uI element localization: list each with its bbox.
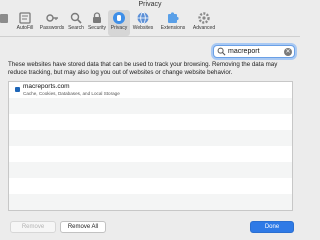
empty-row — [9, 130, 292, 146]
remove-all-button[interactable]: Remove All — [60, 221, 106, 233]
search-input[interactable]: macreport — [228, 46, 260, 57]
globe-icon — [137, 12, 149, 24]
empty-row — [9, 146, 292, 162]
privacy-hand-icon — [113, 12, 125, 24]
website-data-list[interactable]: macreports.com Cache, Cookies, Databases… — [8, 81, 293, 211]
empty-row — [9, 98, 292, 114]
site-favicon-icon — [15, 87, 20, 92]
empty-row — [9, 178, 292, 194]
key-icon — [46, 14, 58, 22]
site-name: macreports.com — [23, 83, 70, 90]
toolbar-item-partial[interactable] — [0, 10, 12, 36]
gear-icon — [198, 12, 210, 24]
toolbar-item-passwords[interactable]: Passwords — [38, 10, 66, 36]
toolbar-item-websites[interactable]: Websites — [130, 10, 156, 36]
empty-row — [9, 194, 292, 210]
toolbar-item-security[interactable]: Security — [86, 10, 108, 36]
website-search-field[interactable]: macreport ✕ — [213, 45, 295, 58]
preferences-window: Privacy AutoFill Passwords Search Securi… — [0, 0, 300, 240]
toolbar-item-privacy[interactable]: Privacy — [108, 10, 130, 36]
search-icon — [217, 47, 226, 56]
preferences-toolbar: AutoFill Passwords Search Security Priva… — [0, 10, 300, 37]
toolbar-item-autofill[interactable]: AutoFill — [12, 10, 38, 36]
window-title: Privacy — [138, 1, 162, 8]
site-data-types: Cache, Cookies, Databases, and Local Sto… — [23, 91, 120, 96]
toolbar-item-extensions[interactable]: Extensions — [158, 10, 188, 36]
website-data-description: These websites have stored data that can… — [8, 61, 278, 76]
remove-button[interactable]: Remove — [10, 221, 56, 233]
list-item[interactable]: macreports.com Cache, Cookies, Databases… — [9, 82, 292, 98]
toolbar-item-advanced[interactable]: Advanced — [190, 10, 218, 36]
done-button[interactable]: Done — [250, 221, 294, 233]
lock-icon — [93, 12, 101, 23]
autofill-icon — [19, 12, 31, 24]
clear-search-icon[interactable]: ✕ — [284, 47, 292, 56]
search-icon — [70, 12, 82, 24]
toolbar-item-search[interactable]: Search — [66, 10, 86, 36]
empty-row — [9, 114, 292, 130]
puzzle-icon — [168, 12, 179, 23]
empty-row — [9, 162, 292, 178]
